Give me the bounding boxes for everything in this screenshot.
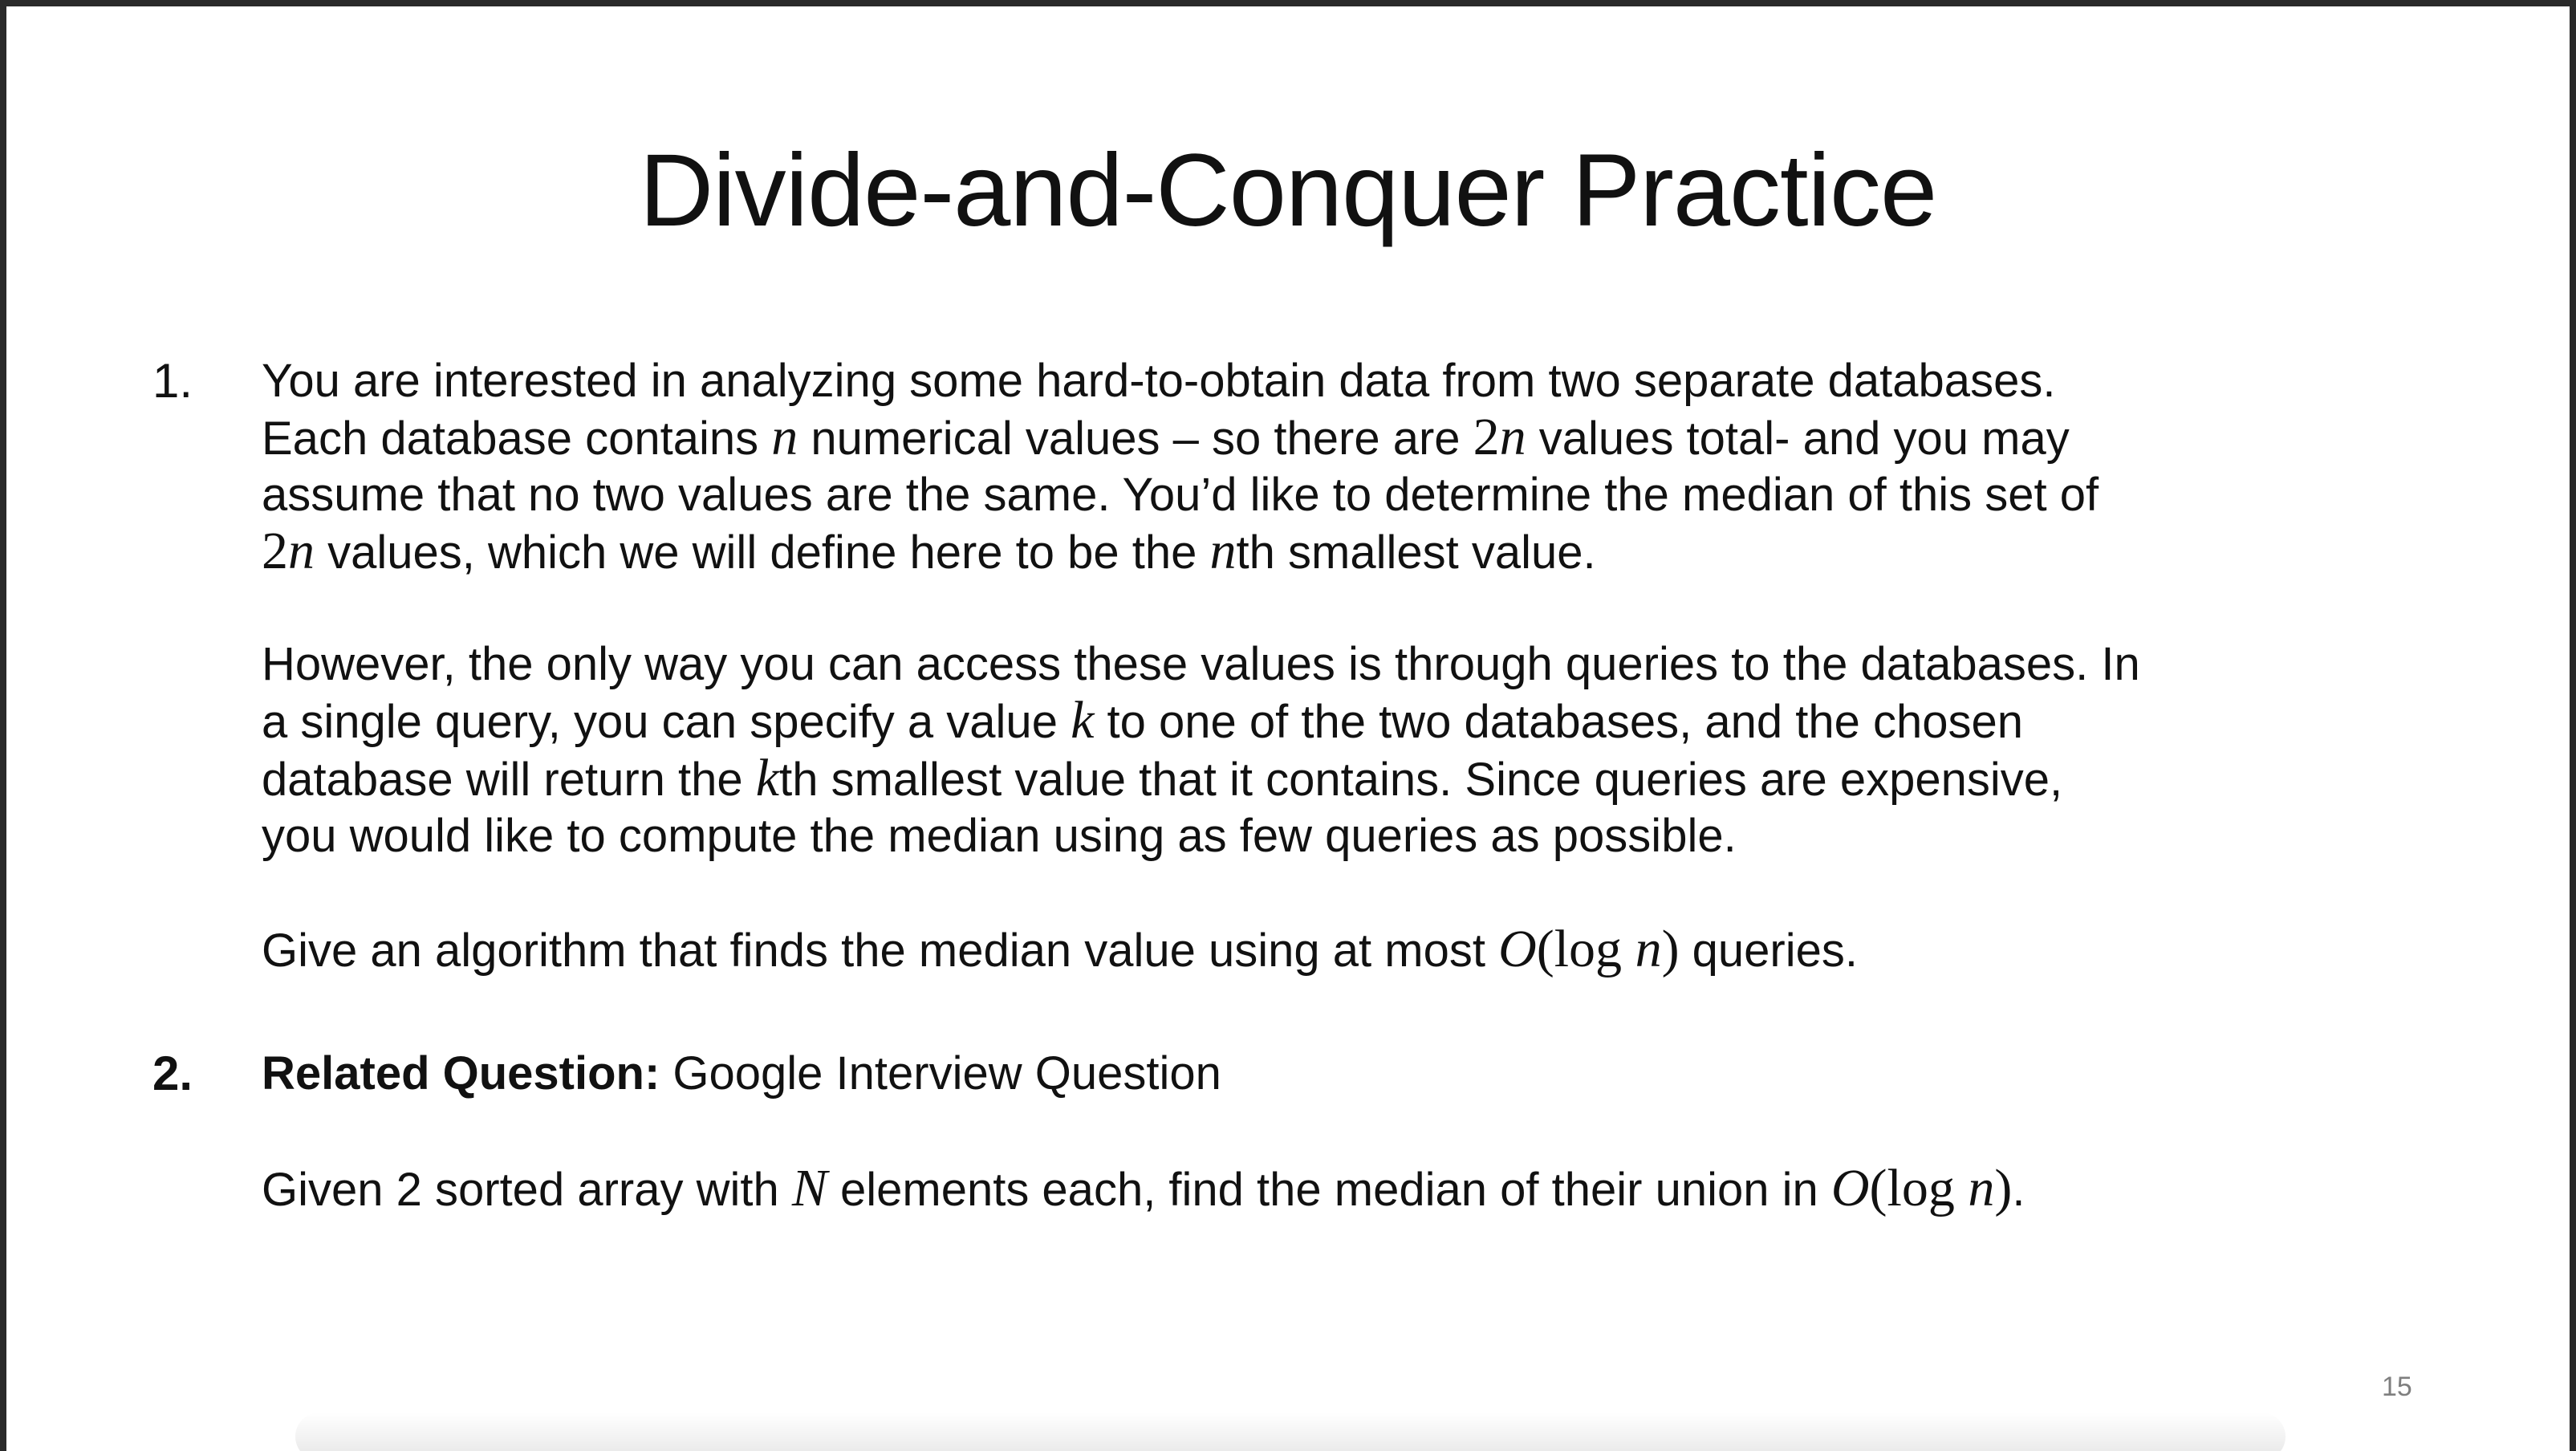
math-2n-digit: 2 <box>1473 408 1500 466</box>
item-2-text-a: Given 2 sorted array with <box>262 1164 792 1216</box>
related-question-label: Related Question: <box>262 1047 660 1099</box>
item-2-text-b: elements each, find the median of their … <box>827 1164 1831 1216</box>
math-close-paren: ) <box>1994 1159 2013 1217</box>
item-1-number: 1. <box>152 354 193 408</box>
math-big-o: O <box>1830 1159 1870 1217</box>
math-n: n <box>1968 1159 1995 1217</box>
p1-line-4: 2n values, which we will define here to … <box>262 523 2509 581</box>
slide: Divide-and-Conquer Practice 1. You are i… <box>6 6 2570 1451</box>
p1-line-4-text-c: th smallest value. <box>1236 526 1596 579</box>
math-n: n <box>1635 920 1662 978</box>
item-1-paragraph-1: You are interested in analyzing some har… <box>262 353 2509 581</box>
math-open-log: (log <box>1869 1159 1955 1217</box>
item-2-heading: Related Question: Google Interview Quest… <box>262 1046 2509 1102</box>
page-number: 15 <box>2382 1372 2412 1402</box>
math-open-log: (log <box>1536 920 1623 978</box>
math-n: n <box>771 408 798 466</box>
p2-line-2: a single query, you can specify a value … <box>262 693 2509 750</box>
math-2n-digit: 2 <box>262 522 288 580</box>
p2-line-2-text-a: a single query, you can specify a value <box>262 696 1071 748</box>
p2-line-2-text-b: to one of the two databases, and the cho… <box>1094 696 2023 748</box>
p2-line-3-text-a: database will return the <box>262 754 756 806</box>
item-2-number: 2. <box>152 1047 193 1100</box>
math-big-o: O <box>1498 920 1537 978</box>
p2-line-4: you would like to compute the median usi… <box>262 810 1737 862</box>
p1-line-3: assume that no two values are the same. … <box>262 469 2099 521</box>
p2-line-3: database will return the kth smallest va… <box>262 750 2509 808</box>
p3-line-1: Give an algorithm that finds the median … <box>262 921 2509 979</box>
related-question-text: Google Interview Question <box>660 1047 1221 1099</box>
math-k: k <box>755 749 780 807</box>
p1-line-1: You are interested in analyzing some har… <box>262 355 2056 407</box>
p1-line-2-text-b: numerical values – so there are <box>798 413 1473 465</box>
slide-bottom-shadow <box>295 1412 2285 1451</box>
p1-line-2: Each database contains n numerical value… <box>262 409 2509 467</box>
math-n: n <box>288 522 315 580</box>
p1-line-2-text-c: values total- and you may <box>1526 413 2070 465</box>
slide-title: Divide-and-Conquer Practice <box>639 133 1937 248</box>
item-2-text-c: . <box>2012 1164 2025 1216</box>
p1-line-2-text-a: Each database contains <box>262 413 772 465</box>
item-1-paragraph-3: Give an algorithm that finds the median … <box>262 921 2509 979</box>
p3-text-a: Give an algorithm that finds the median … <box>262 925 1499 977</box>
math-N: N <box>791 1159 827 1217</box>
p3-text-b: queries. <box>1679 925 1859 977</box>
math-n: n <box>1499 408 1526 466</box>
p2-line-1: However, the only way you can access the… <box>262 638 2140 690</box>
item-1-paragraph-2: However, the only way you can access the… <box>262 636 2509 864</box>
math-n: n <box>1209 522 1237 580</box>
math-k: k <box>1071 691 1095 750</box>
p2-line-3-text-b: th smallest value that it contains. Sinc… <box>779 754 2063 806</box>
p1-line-4-text-b: values, which we will define here to be … <box>315 526 1210 579</box>
math-close-paren: ) <box>1661 920 1680 978</box>
item-2-paragraph: Given 2 sorted array with N elements eac… <box>262 1160 2509 1218</box>
